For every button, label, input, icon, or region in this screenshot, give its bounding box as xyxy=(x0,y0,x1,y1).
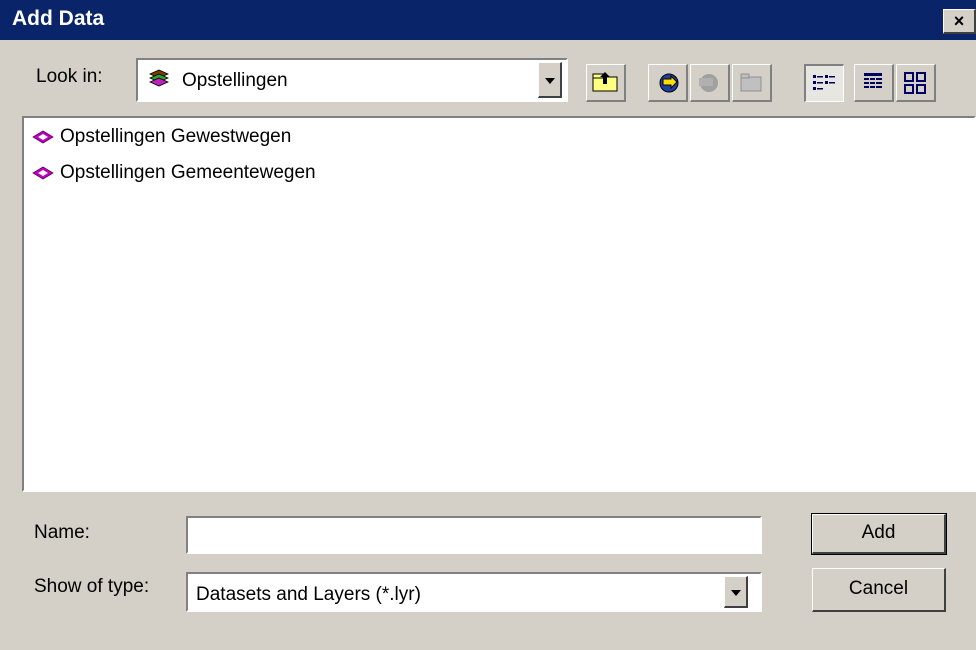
thumbnails-view-icon xyxy=(904,72,926,94)
look-in-value: Opstellingen xyxy=(182,70,288,91)
details-view-button[interactable] xyxy=(854,64,894,102)
layer-stack-icon xyxy=(148,68,170,96)
file-type-value: Datasets and Layers (*.lyr) xyxy=(196,584,421,605)
thumbnails-view-button[interactable] xyxy=(896,64,936,102)
name-label: Name: xyxy=(34,522,90,543)
file-type-dropdown[interactable]: Datasets and Layers (*.lyr) xyxy=(186,572,762,612)
title-bar: Add Data × xyxy=(0,0,976,40)
connect-to-folder-button[interactable] xyxy=(648,64,688,102)
list-item-label: Opstellingen Gewestwegen xyxy=(60,126,292,147)
details-view-icon xyxy=(864,73,882,88)
layer-icon xyxy=(32,130,54,144)
file-type-dropdown-arrow[interactable] xyxy=(724,576,748,608)
layer-icon xyxy=(32,166,54,180)
disconnect-folder-button[interactable] xyxy=(690,64,730,102)
look-in-dropdown-arrow[interactable] xyxy=(538,62,562,98)
cancel-button[interactable]: Cancel xyxy=(812,568,946,612)
new-folder-icon xyxy=(740,73,762,92)
look-in-dropdown[interactable]: Opstellingen xyxy=(136,58,568,102)
dialog-title: Add Data xyxy=(12,7,105,30)
list-view-button[interactable] xyxy=(804,64,844,102)
connect-folder-icon xyxy=(659,73,679,93)
list-item-label: Opstellingen Gemeentewegen xyxy=(60,162,316,183)
disconnect-folder-icon xyxy=(699,74,718,92)
folder-up-icon xyxy=(592,72,618,92)
list-item[interactable]: Opstellingen Gemeentewegen xyxy=(32,160,316,186)
up-one-level-button[interactable] xyxy=(586,64,626,102)
look-in-label: Look in: xyxy=(36,66,103,87)
name-input[interactable] xyxy=(186,516,762,554)
list-item[interactable]: Opstellingen Gewestwegen xyxy=(32,124,291,150)
close-button[interactable]: × xyxy=(943,9,976,34)
add-button[interactable]: Add xyxy=(811,513,947,555)
file-list[interactable]: Opstellingen Gewestwegen Opstellingen Ge… xyxy=(22,116,976,492)
show-of-type-label: Show of type: xyxy=(34,576,150,597)
list-view-icon xyxy=(813,75,835,90)
new-folder-button[interactable] xyxy=(732,64,772,102)
